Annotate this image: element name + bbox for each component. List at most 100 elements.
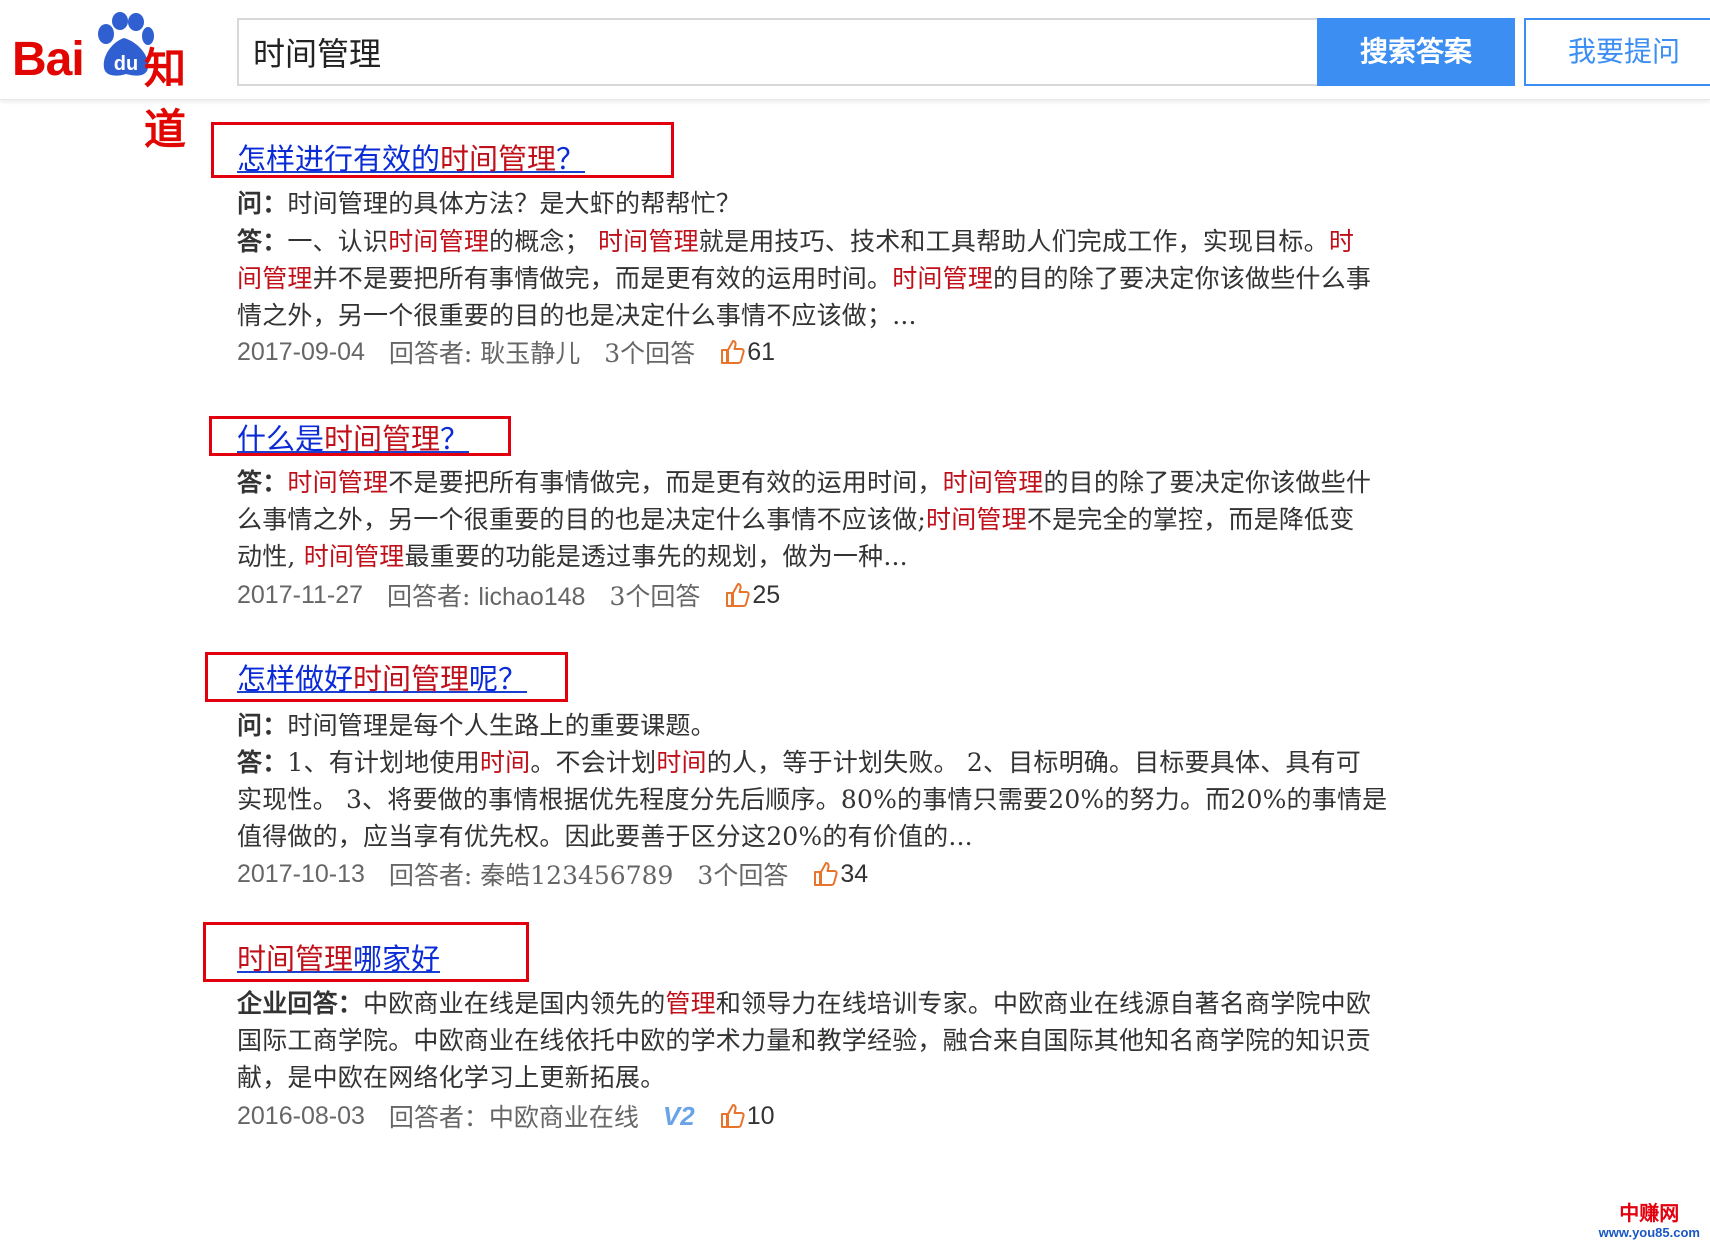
answers-count[interactable]: 3个回答 xyxy=(697,856,788,892)
answer-line: 么事情之外，另一个很重要的目的也是决定什么事情不应该做;时间管理不是完全的掌控，… xyxy=(237,500,1354,536)
answer-text: 就是用技巧、技术和工具帮助人们完成工作，实现目标。 xyxy=(698,227,1329,256)
answer-text: 最重要的功能是透过事先的规划，做为一种... xyxy=(404,542,908,571)
question-label: 问： xyxy=(237,711,288,740)
keyword-highlight: 时间 xyxy=(479,748,531,777)
answerer[interactable]: 回答者: 秦皓123456789 xyxy=(389,856,674,892)
answerer-label: 回答者: xyxy=(388,861,481,890)
title-suffix: ？ xyxy=(556,142,586,176)
search-input[interactable] xyxy=(237,18,1317,86)
answer-text: 不是完全的掌控，而是降低变 xyxy=(1026,505,1355,534)
header-bar: Bai du 知道 搜索答案 我要提问 xyxy=(0,0,1710,154)
title-highlight: 时间管理 xyxy=(353,662,470,696)
keyword-highlight: 时间管理 xyxy=(926,505,1027,534)
question-text: 时间管理的具体方法？是大虾的帮帮忙？ xyxy=(287,189,742,218)
question-line: 问：时间管理是每个人生路上的重要课题。 xyxy=(237,706,716,742)
title-prefix: 怎样进行有效的 xyxy=(237,142,441,176)
answerer[interactable]: 回答者：中欧商业在线 xyxy=(389,1098,639,1134)
answer-date: 2017-11-27 xyxy=(237,580,364,609)
keyword-highlight: 时间管理 xyxy=(388,227,490,256)
answer-line: 答：一、认识时间管理的概念； 时间管理就是用技巧、技术和工具帮助人们完成工作，实… xyxy=(237,222,1354,258)
answers-count[interactable]: 3个回答 xyxy=(604,334,695,370)
answer-text: 不是要把所有事情做完，而是更有效的运用时间， xyxy=(388,468,943,497)
answer-text: 的概念； xyxy=(489,227,598,256)
answer-text: 中欧商业在线是国内领先的 xyxy=(363,989,666,1018)
v2-badge-icon: V2 xyxy=(662,1100,695,1131)
result-title-link[interactable]: 时间管理哪家好 xyxy=(237,936,440,978)
result-meta: 2017-10-13 回答者: 秦皓123456789 3个回答 34 xyxy=(237,856,892,892)
title-suffix: 哪家好 xyxy=(353,942,441,976)
title-suffix: 呢？ xyxy=(469,662,528,696)
search-answer-button[interactable]: 搜索答案 xyxy=(1317,18,1515,86)
question-line: 问：时间管理的具体方法？是大虾的帮帮忙？ xyxy=(237,184,741,220)
answer-line: 值得做的，应当享有优先权。因此要善于区分这20%的有价值的... xyxy=(237,817,973,853)
watermark-line2: www.you85.com xyxy=(1598,1225,1700,1240)
keyword-highlight: 时 xyxy=(1328,227,1355,256)
answer-line: 献，是中欧在网络化学习上更新拓展。 xyxy=(237,1058,665,1094)
answer-line: 国际工商学院。中欧商业在线依托中欧的学术力量和教学经验，融合来自国际其他知名商学… xyxy=(237,1021,1371,1057)
answer-date: 2016-08-03 xyxy=(237,1101,365,1130)
keyword-highlight: 时间管理 xyxy=(942,468,1044,497)
watermark-line1: 中赚网 xyxy=(1619,1203,1680,1225)
like-count: 61 xyxy=(747,337,775,366)
answer-text: 的目的除了要决定你该做些什么事 xyxy=(993,264,1372,293)
result-title-link[interactable]: 什么是时间管理？ xyxy=(237,416,469,458)
answer-text: 国际工商学院。中欧商业在线依托中欧的学术力量和教学经验，融合来自国际其他知名商学… xyxy=(237,1026,1372,1055)
answer-line: 间管理并不是要把所有事情做完，而是更有效的运用时间。时间管理的目的除了要决定你该… xyxy=(237,259,1371,295)
result-title-link[interactable]: 怎样做好时间管理呢？ xyxy=(237,656,527,698)
title-prefix: 怎样做好 xyxy=(237,662,354,696)
answer-text: 和领导力在线培训专家。中欧商业在线源自著名商学院中欧 xyxy=(715,989,1372,1018)
answer-text: 一、认识 xyxy=(287,227,389,256)
answerer-name: 中欧商业在线 xyxy=(488,1103,639,1132)
keyword-highlight: 时间管理 xyxy=(892,264,994,293)
answer-text: 么事情之外，另一个很重要的目的也是决定什么事情不应该做; xyxy=(237,505,927,534)
like-count: 10 xyxy=(746,1101,775,1130)
answer-text: 动性, xyxy=(237,542,304,571)
answer-text: 。不会计划 xyxy=(530,748,657,777)
answer-text: 的人，等于计划失败。 2、目标明确。目标要具体、具有可 xyxy=(706,748,1362,777)
answers-count[interactable]: 3个回答 xyxy=(609,577,700,613)
logo-du-text: du xyxy=(114,53,138,75)
ask-question-button[interactable]: 我要提问 xyxy=(1524,18,1710,86)
answer-line: 企业回答：中欧商业在线是国内领先的管理和领导力在线培训专家。中欧商业在线源自著名… xyxy=(237,984,1371,1020)
site-watermark: 中赚网 www.you85.com xyxy=(1599,1203,1700,1240)
keyword-highlight: 时间管理 xyxy=(287,468,389,497)
answer-line: 实现性。 3、将要做的事情根据优先程度分先后顺序。80%的事情只需要20%的努力… xyxy=(237,780,1387,816)
answer-label: 企业回答： xyxy=(237,989,364,1018)
answerer-name: 秦皓123456789 xyxy=(480,861,674,890)
title-highlight: 时间管理 xyxy=(237,942,354,976)
answer-text: 的目的除了要决定你该做些什 xyxy=(1043,468,1372,497)
logo-zhidao-text: 知道 xyxy=(144,44,186,154)
answer-text: 献，是中欧在网络化学习上更新拓展。 xyxy=(237,1063,666,1092)
title-highlight: 时间管理 xyxy=(324,422,441,456)
answer-line: 答：时间管理不是要把所有事情做完，而是更有效的运用时间，时间管理的目的除了要决定… xyxy=(237,463,1371,499)
answer-label: 答： xyxy=(237,468,288,497)
keyword-highlight: 时间管理 xyxy=(303,542,405,571)
answer-label: 答： xyxy=(237,748,288,777)
like-button[interactable]: 25 xyxy=(724,581,780,610)
answer-line: 答：1、有计划地使用时间。不会计划时间的人，等于计划失败。 2、目标明确。目标要… xyxy=(237,743,1361,779)
baidu-zhidao-logo[interactable]: Bai du 知道 xyxy=(12,8,217,154)
keyword-highlight: 时间管理 xyxy=(597,227,699,256)
title-suffix: ？ xyxy=(440,422,470,456)
like-button[interactable]: 61 xyxy=(719,338,775,367)
title-highlight: 时间管理 xyxy=(440,142,557,176)
answer-label: 答： xyxy=(237,227,288,256)
answer-date: 2017-10-13 xyxy=(237,859,365,888)
answer-date: 2017-09-04 xyxy=(237,337,365,366)
like-button[interactable]: 34 xyxy=(812,860,868,889)
question-text: 时间管理是每个人生路上的重要课题。 xyxy=(287,711,716,740)
answer-text: 实现性。 3、将要做的事情根据优先程度分先后顺序。80%的事情只需要20%的努力… xyxy=(237,785,1388,814)
result-title-link[interactable]: 怎样进行有效的时间管理？ xyxy=(237,136,585,178)
answerer-name: lichao148 xyxy=(478,583,586,611)
like-count: 25 xyxy=(752,580,781,609)
answerer[interactable]: 回答者: lichao148 xyxy=(387,577,585,613)
like-count: 34 xyxy=(840,859,869,888)
thumbs-up-icon xyxy=(814,862,838,886)
logo-bai-text: Bai xyxy=(12,33,85,86)
answerer[interactable]: 回答者: 耿玉静儿 xyxy=(389,334,580,370)
answerer-name: 耿玉静儿 xyxy=(480,339,581,368)
thumbs-up-icon xyxy=(720,1104,745,1128)
thumbs-up-icon xyxy=(721,340,745,364)
answer-line: 动性, 时间管理最重要的功能是透过事先的规划，做为一种... xyxy=(237,537,908,573)
like-button[interactable]: 10 xyxy=(719,1102,775,1131)
